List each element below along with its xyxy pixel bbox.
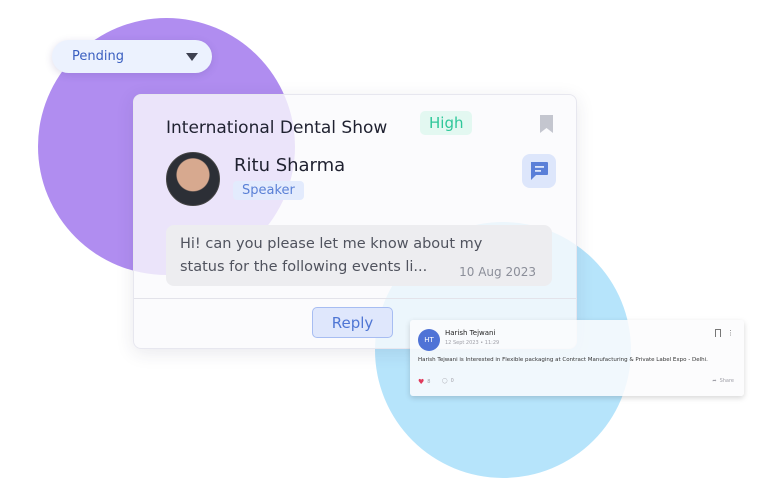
role-badge: Speaker — [233, 181, 304, 200]
status-dropdown[interactable]: Pending — [52, 40, 212, 73]
event-request-card: International Dental Show High Ritu Shar… — [133, 94, 577, 349]
priority-badge: High — [420, 111, 473, 135]
more-options-icon[interactable]: ⋮ — [727, 329, 734, 337]
person-name: Ritu Sharma — [234, 155, 346, 176]
bookmark-icon[interactable] — [540, 115, 553, 133]
share-icon: ➦ — [712, 378, 717, 384]
share-label: Share — [719, 378, 734, 384]
avatar — [166, 152, 220, 206]
caret-down-icon — [186, 52, 198, 61]
status-dropdown-value: Pending — [72, 49, 124, 64]
comment-count: 0 — [450, 378, 454, 384]
post-timestamp: 12 Sept 2023 • 11:29 — [445, 340, 500, 346]
post-text: Harish Tejwani is Interested in Flexible… — [418, 357, 708, 363]
divider — [134, 298, 576, 299]
avatar: HT — [418, 329, 440, 351]
share-button[interactable]: ➦ Share — [712, 378, 734, 384]
message-preview: Hi! can you please let me know about my … — [166, 225, 552, 286]
reply-button[interactable]: Reply — [312, 307, 393, 338]
post-author: Harish Tejwani — [445, 329, 496, 337]
message-date: 10 Aug 2023 — [459, 265, 536, 279]
message-icon — [531, 162, 548, 180]
activity-post-card: HT Harish Tejwani 12 Sept 2023 • 11:29 ⋮… — [410, 320, 744, 396]
chat-button[interactable] — [522, 154, 556, 188]
like-button[interactable]: ♥ 8 — [418, 378, 430, 386]
event-title: International Dental Show — [166, 118, 388, 138]
comment-button[interactable]: ◯ 0 — [442, 378, 454, 384]
heart-icon: ♥ — [418, 378, 425, 386]
comment-icon: ◯ — [442, 378, 448, 384]
like-count: 8 — [427, 379, 431, 385]
bookmark-icon[interactable] — [715, 329, 721, 337]
